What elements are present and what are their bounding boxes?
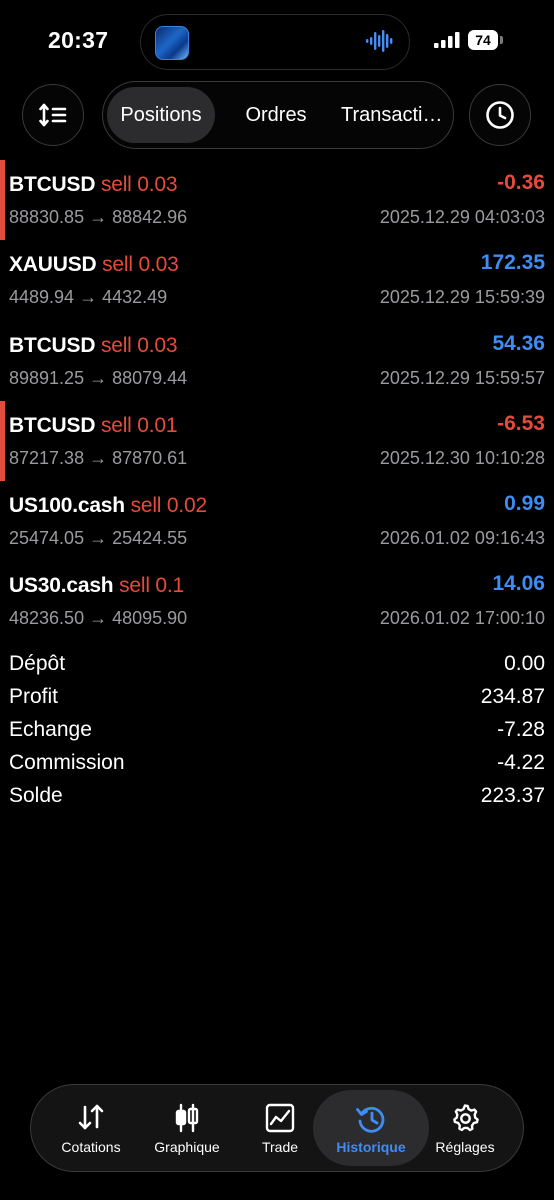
symbol-name: BTCUSD (9, 173, 96, 196)
audio-wave-icon (366, 30, 393, 52)
period-button[interactable] (469, 84, 531, 146)
position-row[interactable]: BTCUSD sell 0.01 -6.53 87217.38 → 87870.… (0, 400, 554, 481)
position-profit: -0.36 (497, 171, 545, 194)
screen: 20:37 74 Positions Ordres Transacti… BTC… (0, 0, 554, 1200)
tab-label: Réglages (435, 1139, 495, 1155)
summary-row-commission: Commission -4.22 (0, 747, 554, 780)
position-profit: 0.99 (504, 492, 545, 516)
positions-list: BTCUSD sell 0.03 -0.36 88830.85 → 88842.… (0, 160, 554, 642)
position-row[interactable]: XAUUSD sell 0.03 172.35 4489.94 → 4432.4… (0, 240, 554, 320)
symbol-name: BTCUSD (9, 333, 96, 357)
now-playing-artwork (155, 26, 189, 60)
bottom-tab-bar: Cotations Graphique Trade Historique Rég… (30, 1084, 524, 1172)
position-symbol: US30.cash sell 0.1 (9, 574, 184, 598)
symbol-name: BTCUSD (9, 413, 96, 437)
tab-positions[interactable]: Positions (117, 82, 205, 148)
position-datetime: 2025.12.30 10:10:28 (379, 447, 545, 468)
position-symbol: BTCUSD sell 0.03 (9, 173, 178, 197)
tab-transactions[interactable]: Transacti… (341, 82, 451, 148)
position-symbol: XAUUSD sell 0.03 (9, 253, 179, 277)
summary-row-swap: Echange -7.28 (0, 714, 554, 747)
summary-row-balance: Solde 223.37 (0, 780, 554, 813)
position-prices: 87217.38 → 87870.61 (9, 447, 188, 468)
history-segmented-control: Positions Ordres Transacti… (102, 81, 454, 149)
position-prices: 88830.85 → 88842.96 (9, 207, 188, 227)
position-symbol: BTCUSD sell 0.01 (9, 413, 178, 438)
position-prices: 4489.94 → 4432.49 (9, 287, 168, 308)
position-profit: -6.53 (497, 411, 545, 435)
position-side: sell 0.02 (130, 494, 208, 518)
tab-quotes[interactable]: Cotations (45, 1085, 137, 1171)
symbol-name: US30.cash (9, 574, 114, 598)
arrows-up-down-icon (78, 1104, 104, 1130)
position-side: sell 0.03 (100, 333, 178, 357)
summary-value: 223.37 (480, 784, 545, 807)
tab-history[interactable]: Historique (325, 1085, 417, 1171)
tab-label: Trade (261, 1139, 299, 1155)
loss-marker (0, 400, 5, 481)
tab-trade[interactable]: Trade (235, 1085, 325, 1171)
tab-orders[interactable]: Ordres (231, 82, 321, 148)
status-time: 20:37 (48, 27, 109, 53)
position-row[interactable]: US30.cash sell 0.1 14.06 48236.50 → 4809… (0, 561, 554, 641)
symbol-name: US100.cash (9, 494, 125, 518)
battery-indicator: 74 (468, 30, 498, 50)
clock-icon (486, 101, 514, 129)
status-bar: 20:37 74 (0, 0, 554, 80)
summary-value: 0.00 (504, 652, 545, 675)
summary-row-deposit: Dépôt 0.00 (0, 648, 554, 681)
cellular-signal-icon (434, 32, 460, 48)
position-datetime: 2026.01.02 09:16:43 (379, 528, 545, 549)
tab-label: Cotations (61, 1139, 121, 1155)
tab-label: Graphique (154, 1139, 220, 1155)
tab-settings[interactable]: Réglages (419, 1085, 511, 1171)
position-side: sell 0.03 (100, 173, 178, 196)
battery-cap (500, 36, 503, 44)
account-summary: Dépôt 0.00 Profit 234.87 Echange -7.28 C… (0, 648, 554, 813)
position-symbol: US100.cash sell 0.02 (9, 494, 207, 518)
position-row[interactable]: BTCUSD sell 0.03 -0.36 88830.85 → 88842.… (0, 160, 554, 240)
tab-label: Historique (336, 1139, 406, 1155)
loss-marker (0, 160, 5, 240)
summary-value: 234.87 (480, 685, 545, 708)
position-datetime: 2025.12.29 04:03:03 (379, 207, 545, 227)
position-prices: 25474.05 → 25424.55 (9, 528, 188, 549)
sort-button[interactable] (22, 84, 84, 146)
summary-value: -4.22 (497, 751, 545, 774)
position-side: sell 0.03 (102, 253, 179, 277)
line-chart-icon (265, 1103, 295, 1133)
sort-icon (39, 103, 67, 127)
position-row[interactable]: BTCUSD sell 0.03 54.36 89891.25 → 88079.… (0, 321, 554, 401)
position-symbol: BTCUSD sell 0.03 (9, 333, 178, 358)
summary-label: Solde (9, 784, 63, 807)
position-prices: 89891.25 → 88079.44 (9, 367, 188, 388)
gear-icon (453, 1104, 479, 1132)
position-datetime: 2025.12.29 15:59:57 (379, 367, 545, 388)
position-profit: 14.06 (492, 572, 545, 596)
summary-row-profit: Profit 234.87 (0, 681, 554, 714)
position-row[interactable]: US100.cash sell 0.02 0.99 25474.05 → 254… (0, 481, 554, 561)
summary-label: Echange (9, 718, 92, 741)
history-icon (356, 1106, 385, 1133)
summary-label: Commission (9, 751, 125, 774)
position-profit: 54.36 (492, 331, 545, 355)
position-profit: 172.35 (480, 251, 545, 275)
summary-label: Profit (9, 685, 59, 708)
tab-chart[interactable]: Graphique (139, 1085, 235, 1171)
position-datetime: 2025.12.29 15:59:39 (379, 287, 545, 308)
summary-value: -7.28 (497, 718, 545, 741)
position-side: sell 0.01 (100, 413, 178, 437)
symbol-name: XAUUSD (9, 253, 97, 277)
position-datetime: 2026.01.02 17:00:10 (379, 608, 545, 629)
position-prices: 48236.50 → 48095.90 (9, 608, 188, 629)
position-side: sell 0.1 (119, 574, 185, 598)
candlestick-icon (175, 1103, 199, 1133)
summary-label: Dépôt (9, 652, 66, 675)
